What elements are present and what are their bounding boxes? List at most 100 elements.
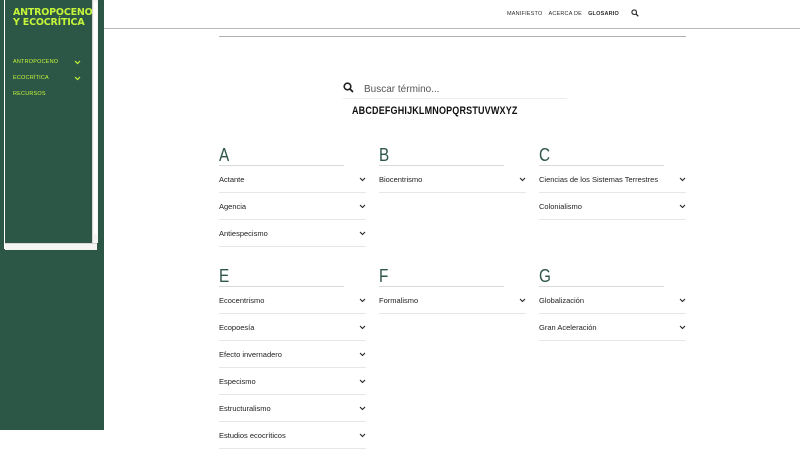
glossary-term[interactable]: Estructuralismo	[219, 395, 366, 422]
sidebar-item-ecocritica[interactable]: Ecocrítica	[13, 70, 81, 86]
glossary-term[interactable]: Colonialismo	[539, 193, 686, 220]
alphabet-letter-h[interactable]: H	[398, 105, 405, 117]
chevron-down-icon[interactable]	[679, 177, 686, 182]
alphabet-letter-p[interactable]: P	[446, 105, 452, 117]
section-letter: C	[539, 146, 664, 166]
term-label: Colonialismo	[539, 201, 582, 211]
term-label: Actante	[219, 174, 245, 184]
alphabet-letter-w[interactable]: W	[491, 105, 500, 117]
alphabet-letter-z[interactable]: Z	[512, 105, 518, 117]
alphabet-letter-m[interactable]: M	[425, 105, 433, 117]
section-letter: A	[219, 146, 344, 166]
glossary-term[interactable]: Ecopoesía	[219, 314, 366, 341]
alphabet-letter-x[interactable]: X	[500, 105, 506, 117]
top-navigation: MANIFIESTO ACERCA DE GLOSARIO	[104, 0, 800, 29]
section-letter: F	[379, 267, 504, 287]
glossary-section-e: E Ecocentrismo Ecopoesía Efecto invernad…	[219, 267, 366, 449]
alphabet-letter-r[interactable]: R	[459, 105, 466, 117]
nav-link-glosario[interactable]: GLOSARIO	[588, 11, 619, 17]
term-label: Formalismo	[379, 295, 419, 305]
chevron-down-icon[interactable]	[519, 298, 526, 303]
term-label: Estructuralismo	[219, 403, 271, 413]
sidebar-item-label: Recursos	[13, 91, 46, 97]
sidebar-frame-divider	[4, 0, 5, 249]
term-label: Biocentrismo	[379, 174, 423, 184]
alphabet-letter-q[interactable]: Q	[452, 105, 459, 117]
term-label: Antiespecismo	[219, 228, 268, 238]
term-label: Ecopoesía	[219, 322, 255, 332]
glossary-term[interactable]: Gran Aceleración	[539, 314, 686, 341]
alphabet-letter-c[interactable]: C	[365, 105, 372, 117]
sidebar-vertical-scrollbar[interactable]	[92, 0, 98, 243]
chevron-down-icon[interactable]	[519, 177, 526, 182]
alphabet-letter-k[interactable]: K	[412, 105, 419, 117]
chevron-down-icon[interactable]	[679, 204, 686, 209]
alphabet-letter-u[interactable]: U	[478, 105, 485, 117]
content-divider	[219, 36, 686, 37]
glossary-term[interactable]: Actante	[219, 166, 366, 193]
alphabet-letter-e[interactable]: E	[379, 105, 385, 117]
chevron-down-icon[interactable]	[679, 325, 686, 330]
term-label: Globalización	[539, 295, 585, 305]
glossary-term[interactable]: Especismo	[219, 368, 366, 395]
alphabet-letter-s[interactable]: S	[466, 105, 472, 117]
scrollbar-thumb[interactable]	[94, 2, 97, 234]
glossary-search	[343, 80, 567, 99]
section-letter: G	[539, 267, 664, 287]
search-input[interactable]	[362, 82, 556, 96]
alphabet-letter-y[interactable]: Y	[506, 105, 512, 117]
glossary-term[interactable]: Estudios ecocríticos	[219, 422, 366, 449]
term-label: Ciencias de los Sistemas Terrestres	[539, 174, 659, 184]
section-letter: B	[379, 146, 504, 166]
chevron-down-icon[interactable]	[679, 298, 686, 303]
search-icon	[343, 80, 354, 98]
chevron-down-icon[interactable]	[359, 204, 366, 209]
chevron-down-icon[interactable]	[359, 177, 366, 182]
glossary-term[interactable]: Globalización	[539, 287, 686, 314]
glossary-term[interactable]: Biocentrismo	[379, 166, 526, 193]
term-label: Ecocentrismo	[219, 295, 265, 305]
chevron-down-icon[interactable]	[359, 231, 366, 236]
alphabet-letter-o[interactable]: O	[439, 105, 446, 117]
glossary-section-f: F Formalismo	[379, 267, 526, 314]
alphabet-letter-b[interactable]: B	[359, 105, 366, 117]
chevron-down-icon[interactable]	[359, 298, 366, 303]
chevron-down-icon[interactable]	[359, 352, 366, 357]
sidebar-item-antropoceno[interactable]: Antropoceno	[13, 54, 81, 70]
glossary-section-b: B Biocentrismo	[379, 146, 526, 193]
sidebar-item-label: Antropoceno	[13, 59, 59, 65]
glossary-term[interactable]: Antiespecismo	[219, 220, 366, 247]
chevron-down-icon[interactable]	[359, 379, 366, 384]
glossary-term[interactable]: Efecto invernadero	[219, 341, 366, 368]
sidebar-nav: Antropoceno Ecocrítica Recursos	[13, 54, 81, 102]
term-label: Especismo	[219, 376, 256, 386]
site-logo-title[interactable]: ANTROPOCENO Y ECOCRÍTICA	[13, 8, 95, 28]
search-icon[interactable]	[631, 9, 639, 19]
alphabet-letter-v[interactable]: V	[485, 105, 491, 117]
glossary-term[interactable]: Ciencias de los Sistemas Terrestres	[539, 166, 686, 193]
alphabet-letter-a[interactable]: A	[352, 105, 359, 117]
nav-link-acerca-de[interactable]: ACERCA DE	[548, 11, 582, 17]
alphabet-letter-d[interactable]: D	[372, 105, 379, 117]
chevron-down-icon[interactable]	[74, 76, 81, 81]
term-label: Agencia	[219, 201, 247, 211]
alphabet-index: A B C D E F G H I J K L M N O P Q R S T …	[352, 105, 518, 117]
glossary-term[interactable]: Formalismo	[379, 287, 526, 314]
section-letter: E	[219, 267, 344, 287]
sidebar-item-recursos[interactable]: Recursos	[13, 86, 81, 102]
sidebar: ANTROPOCENO Y ECOCRÍTICA Antropoceno Eco…	[0, 0, 104, 430]
nav-link-manifiesto[interactable]: MANIFIESTO	[507, 11, 543, 17]
glossary-term[interactable]: Ecocentrismo	[219, 287, 366, 314]
sidebar-item-label: Ecocrítica	[13, 75, 49, 81]
chevron-down-icon[interactable]	[359, 433, 366, 438]
glossary-term[interactable]: Agencia	[219, 193, 366, 220]
glossary-section-c: C Ciencias de los Sistemas Terrestres Co…	[539, 146, 686, 220]
alphabet-letter-n[interactable]: N	[432, 105, 439, 117]
glossary-section-a: A Actante Agencia Antiespecismo	[219, 146, 366, 247]
sidebar-horizontal-scrollbar[interactable]	[5, 243, 97, 250]
chevron-down-icon[interactable]	[74, 60, 81, 65]
chevron-down-icon[interactable]	[359, 325, 366, 330]
alphabet-letter-g[interactable]: G	[391, 105, 398, 117]
chevron-down-icon[interactable]	[359, 406, 366, 411]
term-label: Estudios ecocríticos	[219, 430, 286, 440]
